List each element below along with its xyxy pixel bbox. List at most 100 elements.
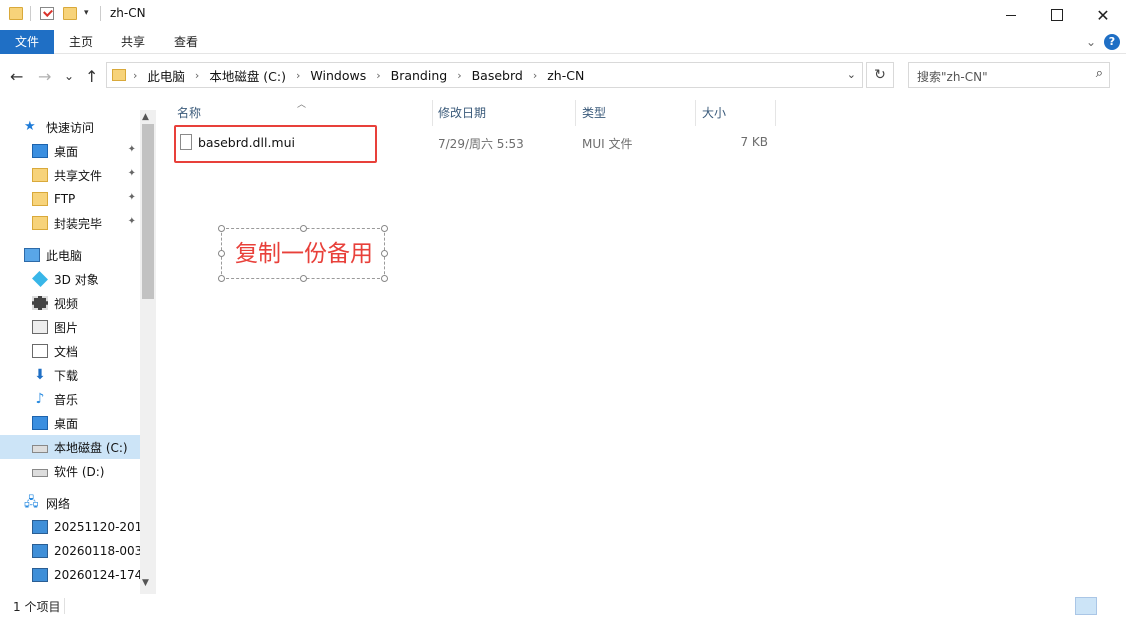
3d-objects-icon xyxy=(32,271,48,287)
search-input[interactable]: 搜索"zh-CN" ⌕ xyxy=(908,62,1110,88)
annotation-highlight-box xyxy=(174,125,377,163)
pictures-icon xyxy=(32,320,48,334)
close-button[interactable]: ✕ xyxy=(1080,0,1126,30)
column-divider[interactable] xyxy=(695,100,696,126)
ribbon-tabs: 文件 主页 共享 查看 ⌄ ? xyxy=(0,30,1126,54)
resize-handle[interactable] xyxy=(218,225,225,232)
sidebar-item-music[interactable]: ♪ 音乐 xyxy=(0,387,140,411)
item-count: 1 个项目 xyxy=(13,600,61,614)
drive-icon xyxy=(32,445,48,453)
column-divider[interactable] xyxy=(575,100,576,126)
column-header-type[interactable]: 类型 xyxy=(582,104,606,122)
sidebar-item-network-pc-1[interactable]: 20251120-2010 xyxy=(0,515,140,539)
scroll-up-icon[interactable]: ▲ xyxy=(142,112,149,122)
sidebar-item-ftp[interactable]: FTP ✦ xyxy=(0,187,140,211)
sidebar-item-desktop-pc[interactable]: 桌面 xyxy=(0,411,140,435)
sidebar-item-software-d[interactable]: 软件 (D:) xyxy=(0,459,140,483)
window-title: zh-CN xyxy=(110,6,146,20)
large-icons-view-button[interactable] xyxy=(1099,597,1121,615)
folder-icon xyxy=(32,168,48,182)
drive-icon xyxy=(32,469,48,477)
divider xyxy=(100,6,101,21)
sidebar-item-desktop[interactable]: 桌面 ✦ xyxy=(0,139,140,163)
breadcrumb-this-pc[interactable]: 此电脑 xyxy=(147,66,185,85)
annotation-textbox[interactable]: 复制一份备用 xyxy=(221,228,385,279)
column-divider[interactable] xyxy=(432,100,433,126)
breadcrumb: › 此电脑 › 本地磁盘 (C:) › Windows › Branding ›… xyxy=(133,66,585,85)
resize-handle[interactable] xyxy=(381,250,388,257)
tab-home[interactable]: 主页 xyxy=(60,30,102,54)
sidebar-item-network-pc-2[interactable]: 20260118-0038 xyxy=(0,539,140,563)
resize-handle[interactable] xyxy=(381,275,388,282)
up-button[interactable]: ↑ xyxy=(85,67,98,86)
breadcrumb-windows[interactable]: Windows xyxy=(310,68,366,83)
resize-handle[interactable] xyxy=(300,275,307,282)
minimize-button[interactable] xyxy=(988,0,1034,30)
maximize-button[interactable] xyxy=(1034,0,1080,30)
network-icon: 🖧 xyxy=(24,495,39,510)
resize-handle[interactable] xyxy=(218,250,225,257)
chevron-down-icon[interactable]: ⌄ xyxy=(847,68,856,81)
properties-icon[interactable] xyxy=(40,7,54,20)
sidebar-item-shared-files[interactable]: 共享文件 ✦ xyxy=(0,163,140,187)
title-bar: ▾ zh-CN ✕ xyxy=(0,0,1126,30)
breadcrumb-local-disk[interactable]: 本地磁盘 (C:) xyxy=(209,66,286,85)
details-view-button[interactable] xyxy=(1075,597,1097,615)
desktop-icon xyxy=(32,416,48,430)
sidebar-item-this-pc[interactable]: 此电脑 xyxy=(0,243,140,267)
sidebar-item-documents[interactable]: 文档 xyxy=(0,339,140,363)
column-divider[interactable] xyxy=(775,100,776,126)
downloads-icon: ⬇ xyxy=(34,367,46,383)
breadcrumb-basebrd[interactable]: Basebrd xyxy=(472,68,523,83)
sidebar-item-network-pc-3[interactable]: 20260124-1746 xyxy=(0,563,140,587)
star-icon: ★ xyxy=(24,119,36,134)
resize-handle[interactable] xyxy=(218,275,225,282)
resize-handle[interactable] xyxy=(381,225,388,232)
sidebar-item-downloads[interactable]: ⬇ 下载 xyxy=(0,363,140,387)
close-icon: ✕ xyxy=(1096,5,1110,25)
navigation-pane: ★ 快速访问 桌面 ✦ 共享文件 ✦ FTP ✦ 封装完毕 ✦ 此电脑 3D 对… xyxy=(0,110,140,594)
tab-share[interactable]: 共享 xyxy=(112,30,154,54)
sidebar-item-3d-objects[interactable]: 3D 对象 xyxy=(0,267,140,291)
help-icon[interactable]: ? xyxy=(1104,34,1120,50)
address-bar[interactable]: › 此电脑 › 本地磁盘 (C:) › Windows › Branding ›… xyxy=(106,62,863,88)
column-header-size[interactable]: 大小 xyxy=(702,104,726,122)
recent-locations-button[interactable]: ⌄ xyxy=(64,69,74,83)
divider xyxy=(64,598,65,614)
breadcrumb-branding[interactable]: Branding xyxy=(391,68,448,83)
pin-icon: ✦ xyxy=(127,192,136,203)
scroll-down-icon[interactable]: ▼ xyxy=(142,578,149,588)
sidebar-item-quick-access[interactable]: ★ 快速访问 xyxy=(0,115,140,139)
sidebar-item-videos[interactable]: 视频 xyxy=(0,291,140,315)
forward-button[interactable]: → xyxy=(38,67,51,86)
pin-icon: ✦ xyxy=(127,144,136,155)
breadcrumb-zh-cn[interactable]: zh-CN xyxy=(547,68,584,83)
tab-file[interactable]: 文件 xyxy=(0,30,54,54)
expand-ribbon-icon[interactable]: ⌄ xyxy=(1086,35,1096,49)
sidebar-item-network[interactable]: 🖧 网络 xyxy=(0,491,140,515)
column-header-name[interactable]: 名称 xyxy=(177,104,201,122)
computer-icon xyxy=(32,568,48,582)
desktop-icon xyxy=(32,144,48,158)
file-date: 7/29/周六 5:53 xyxy=(438,137,524,151)
pin-icon: ✦ xyxy=(127,216,136,227)
sidebar-item-local-disk-c[interactable]: 本地磁盘 (C:) xyxy=(0,435,140,459)
documents-icon xyxy=(32,344,48,358)
back-button[interactable]: ← xyxy=(10,67,23,86)
tab-view[interactable]: 查看 xyxy=(165,30,207,54)
file-type: MUI 文件 xyxy=(582,137,633,151)
search-icon: ⌕ xyxy=(1095,66,1103,81)
sidebar-item-packaged[interactable]: 封装完毕 ✦ xyxy=(0,211,140,235)
sidebar-item-pictures[interactable]: 图片 xyxy=(0,315,140,339)
folder-icon xyxy=(9,7,23,20)
music-icon: ♪ xyxy=(35,391,45,407)
new-folder-icon[interactable] xyxy=(63,7,77,20)
column-header-date[interactable]: 修改日期 xyxy=(438,104,486,122)
pin-icon: ✦ xyxy=(127,168,136,179)
resize-handle[interactable] xyxy=(300,225,307,232)
computer-icon xyxy=(24,248,40,262)
status-bar: 1 个项目 xyxy=(0,594,1126,621)
customize-quick-access-button[interactable]: ▾ xyxy=(84,8,89,18)
scrollbar-thumb[interactable] xyxy=(142,124,154,299)
refresh-button[interactable]: ↻ xyxy=(866,62,894,88)
